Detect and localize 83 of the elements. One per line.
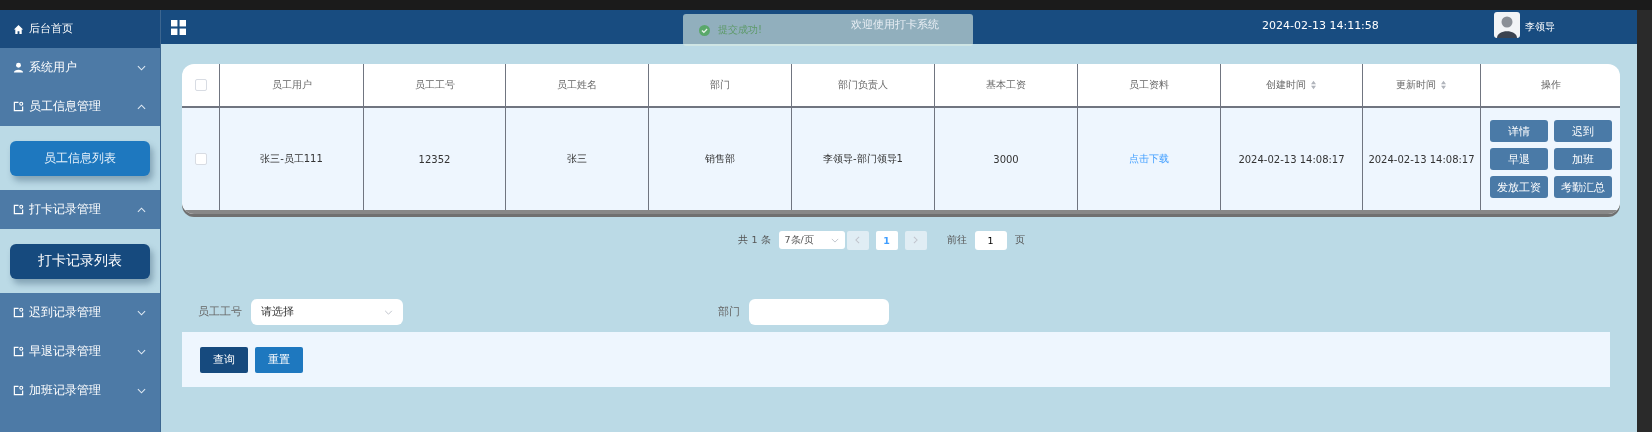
table-cell: 3000 <box>993 153 1019 165</box>
submenu-item[interactable]: 打卡记录列表 <box>10 243 150 279</box>
reset-button[interactable]: 重置 <box>255 346 303 373</box>
document-icon <box>13 204 24 215</box>
previous-page-button[interactable] <box>846 230 869 250</box>
search-button[interactable]: 查询 <box>200 346 248 373</box>
nav-item[interactable]: 打卡记录管理 <box>0 190 160 229</box>
nav-item[interactable]: 早退记录管理 <box>0 332 160 371</box>
document-icon <box>13 385 24 396</box>
table-cell: 2024-02-13 14:08:17 <box>1368 153 1475 165</box>
chevron-left-icon <box>855 236 861 244</box>
page-number[interactable]: 1 <box>875 230 898 250</box>
column-header: 员工姓名 <box>506 64 649 106</box>
column-header: 部门负责人 <box>792 64 935 106</box>
column-header[interactable]: 更新时间 <box>1363 64 1481 106</box>
nav-label: 迟到记录管理 <box>29 305 102 320</box>
goto-label: 前往 <box>946 233 967 247</box>
header-title: 欢迎使用打卡系统 <box>851 17 939 32</box>
check-circle-icon <box>699 24 710 36</box>
chevron-down-icon <box>137 309 146 316</box>
chevron-down-icon <box>137 387 146 394</box>
nav-label: 打卡记录管理 <box>29 202 102 217</box>
nav-item[interactable]: 后台首页 <box>0 10 160 48</box>
submenu-item[interactable]: 员工信息列表 <box>10 140 150 176</box>
filter-label: 部门 <box>718 305 740 319</box>
table-cell: 2024-02-13 14:08:17 <box>1238 153 1345 165</box>
column-header: 员工用户 <box>220 64 364 106</box>
document-icon <box>13 307 24 318</box>
chevron-down-icon <box>384 309 393 315</box>
nav-label: 后台首页 <box>29 22 74 36</box>
nav-label: 早退记录管理 <box>29 344 102 359</box>
total-count: 共 1 条 <box>738 233 771 247</box>
table-cell: 销售部 <box>705 152 735 166</box>
table-cell: 张三 <box>567 152 587 166</box>
page-size-select[interactable]: 7条/页 <box>778 231 845 249</box>
chevron-right-icon <box>913 236 919 244</box>
chevron-down-icon <box>137 64 146 71</box>
nav-item[interactable]: 加班记录管理 <box>0 371 160 410</box>
document-icon <box>13 101 24 112</box>
select-field[interactable]: 请选择 <box>251 299 403 325</box>
sort-icon[interactable] <box>1440 80 1447 90</box>
nav-label: 加班记录管理 <box>29 383 102 398</box>
table-cell: 12352 <box>418 153 451 165</box>
column-header: 员工资料 <box>1078 64 1221 106</box>
checkbox[interactable] <box>194 79 207 91</box>
nav-item[interactable]: 系统用户 <box>0 48 160 87</box>
document-icon <box>13 346 24 357</box>
action-button[interactable]: 早退 <box>1489 148 1548 170</box>
nav-item[interactable]: 员工信息管理 <box>0 87 160 126</box>
page-input[interactable]: 1 <box>974 230 1007 250</box>
column-header[interactable]: 创建时间 <box>1221 64 1363 106</box>
chevron-down-icon <box>830 237 839 243</box>
home-icon <box>13 23 24 35</box>
nav-item[interactable]: 迟到记录管理 <box>0 293 160 332</box>
action-button[interactable]: 详情 <box>1489 120 1548 142</box>
action-button[interactable]: 加班 <box>1553 148 1612 170</box>
grid-icon[interactable] <box>171 19 186 35</box>
chevron-down-icon <box>137 348 146 355</box>
nav-label: 员工信息管理 <box>29 99 102 114</box>
filter-label: 员工工号 <box>198 305 242 319</box>
download-link[interactable]: 点击下载 <box>1129 152 1169 166</box>
action-button[interactable]: 考勤汇总 <box>1553 176 1612 198</box>
avatar-icon[interactable] <box>1494 12 1520 38</box>
user-icon <box>13 62 24 73</box>
toast-message: 提交成功! <box>718 23 762 37</box>
user-name[interactable]: 李领导 <box>1525 20 1555 34</box>
page-suffix: 页 <box>1014 233 1025 247</box>
action-button[interactable]: 发放工资 <box>1489 176 1548 198</box>
chevron-up-icon <box>137 206 146 213</box>
date-time: 2024-02-13 14:11:58 <box>1262 19 1379 32</box>
input-field[interactable] <box>749 299 889 325</box>
column-header: 部门 <box>649 64 792 106</box>
action-button[interactable]: 迟到 <box>1553 120 1612 142</box>
chevron-up-icon <box>137 103 146 110</box>
table-cell: 李领导-部门领导1 <box>823 152 903 166</box>
next-page-button[interactable] <box>904 230 927 250</box>
sort-icon[interactable] <box>1310 80 1317 90</box>
column-header: 员工工号 <box>364 64 506 106</box>
nav-label: 系统用户 <box>29 60 78 75</box>
column-header: 基本工资 <box>935 64 1078 106</box>
column-header: 操作 <box>1539 78 1562 92</box>
table-cell: 张三-员工111 <box>260 152 323 166</box>
checkbox[interactable] <box>194 153 207 165</box>
